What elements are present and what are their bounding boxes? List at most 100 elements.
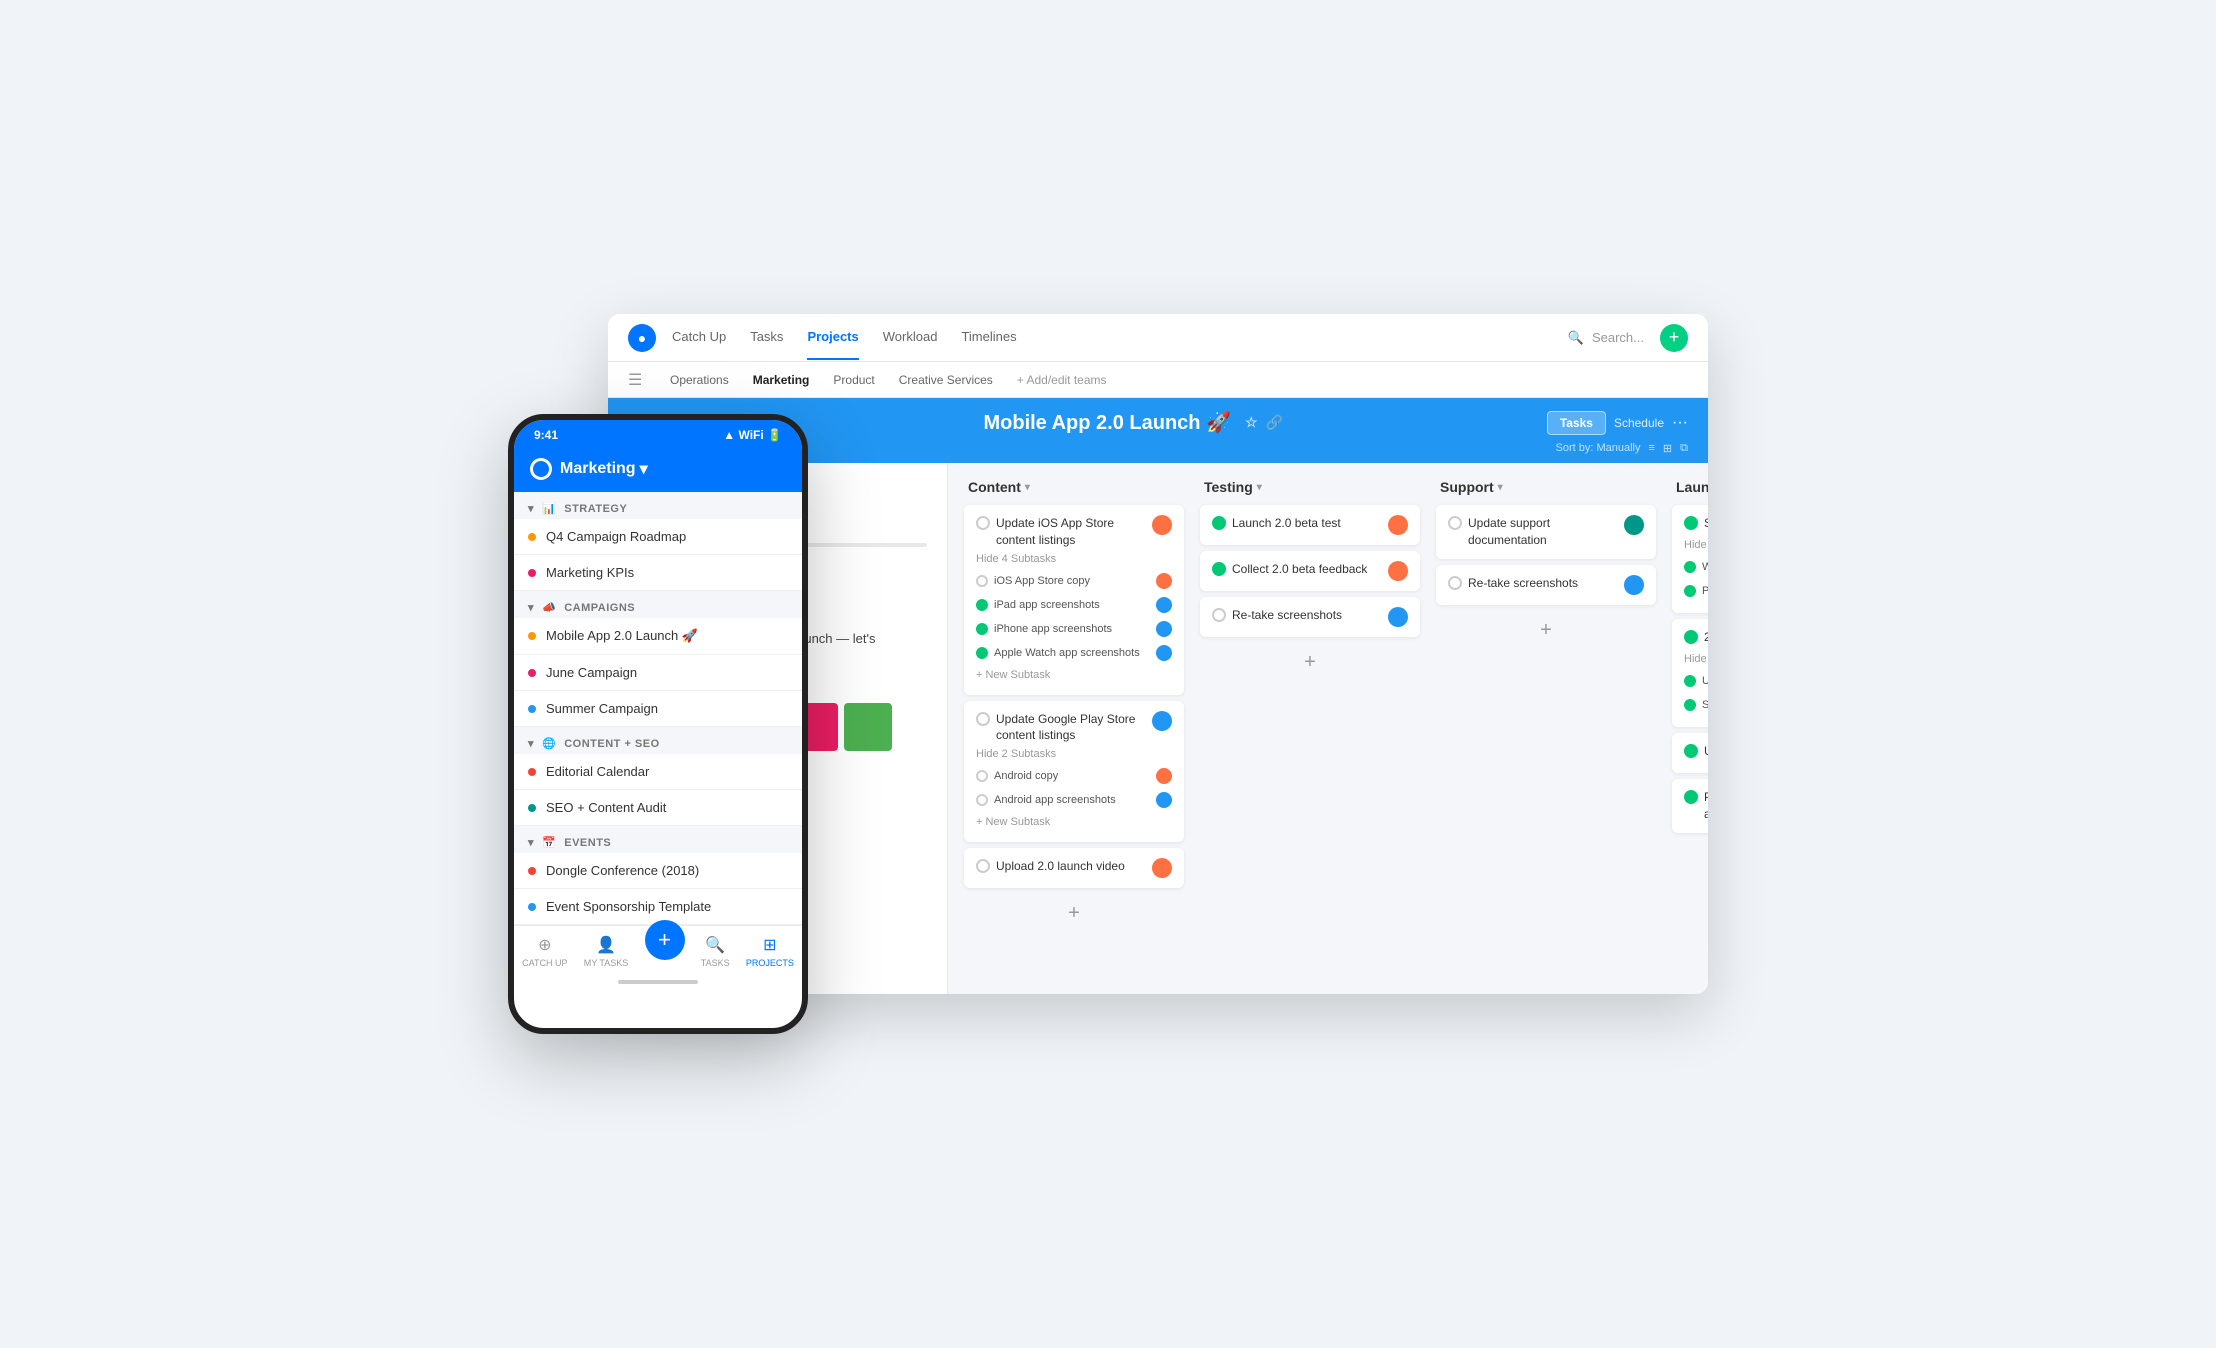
list-item-event-sponsorship[interactable]: Event Sponsorship Template (514, 889, 802, 925)
list-item-mobile-app[interactable]: Mobile App 2.0 Launch 🚀 (514, 618, 802, 655)
subtask-check[interactable] (976, 647, 988, 659)
hide-subtasks-1[interactable]: Hide 4 Subtasks (976, 553, 1172, 565)
subtask-label: iPhone app screenshots (994, 623, 1112, 635)
add-task-content[interactable]: + (964, 894, 1184, 933)
task-card-beta-test[interactable]: Launch 2.0 beta test (1200, 505, 1420, 545)
subtask-check[interactable] (976, 575, 988, 587)
phone-logo (530, 458, 552, 480)
subtask-item: Apple Watch app screenshots (976, 641, 1172, 665)
phone-nav-tasks[interactable]: 🔍 TASKS (701, 934, 730, 968)
task-card-retake-screenshots-support[interactable]: Re-take screenshots (1436, 565, 1656, 605)
hide-subtasks-2[interactable]: Hide 2 Subtasks (976, 748, 1172, 760)
task-card-upload-video[interactable]: Upload 2.0 launch video (964, 848, 1184, 888)
add-edit-teams[interactable]: + Add/edit teams (1007, 367, 1117, 393)
nav-timelines[interactable]: Timelines (961, 315, 1016, 360)
tasks-view-button[interactable]: Tasks (1547, 411, 1606, 435)
phone-nav-projects[interactable]: ⊞ PROJECTS (746, 934, 794, 968)
nav-catch-up[interactable]: Catch Up (672, 315, 726, 360)
hide-subtasks-b[interactable]: Hide 2 Subtasks (1684, 653, 1708, 665)
item-color-dot (528, 569, 536, 577)
add-task-support[interactable]: + (1436, 611, 1656, 650)
task-avatar (1152, 515, 1172, 535)
sidebar-toggle[interactable]: ☰ (628, 370, 648, 390)
subtask-check[interactable] (976, 599, 988, 611)
more-options-button[interactable]: ··· (1672, 414, 1688, 432)
team-marketing[interactable]: Marketing (743, 367, 820, 393)
section-header-events: ▾ 📅 EVENTS (514, 826, 802, 853)
chevron-right-icon[interactable]: ▾ (528, 836, 534, 849)
add-subtask-btn[interactable]: + New Subtask (976, 665, 1172, 685)
add-task-testing[interactable]: + (1200, 643, 1420, 682)
schedule-view-button[interactable]: Schedule (1614, 416, 1664, 430)
task-checkbox[interactable] (1684, 630, 1698, 644)
team-product[interactable]: Product (823, 367, 884, 393)
list-item-summer-campaign[interactable]: Summer Campaign (514, 691, 802, 727)
subtask-avatar (1156, 621, 1172, 637)
subtask-check[interactable] (1684, 675, 1696, 687)
task-card-update-docs[interactable]: Update support documentation (1436, 505, 1656, 559)
subtask-label: iOS App Store copy (994, 575, 1090, 587)
view-list-icon[interactable]: ≡ (1649, 442, 1655, 454)
task-checkbox[interactable] (1684, 790, 1698, 804)
phone-header-row: Marketing ▾ (530, 458, 786, 480)
list-item-q4[interactable]: Q4 Campaign Roadmap (514, 519, 802, 555)
list-item-seo-audit[interactable]: SEO + Content Audit (514, 790, 802, 826)
task-card-retake-screenshots[interactable]: Re-take screenshots (1200, 597, 1420, 637)
hide-subtasks-a[interactable]: Hide 2 Subtasks (1684, 539, 1708, 551)
task-checkbox[interactable] (976, 859, 990, 873)
task-checkbox[interactable] (1212, 516, 1226, 530)
subtask-check[interactable] (976, 794, 988, 806)
phone-nav-add[interactable]: + (645, 934, 685, 968)
chevron-right-icon[interactable]: ▾ (528, 601, 534, 614)
task-checkbox[interactable] (1212, 562, 1226, 576)
chevron-down-icon[interactable]: ▾ (640, 459, 648, 479)
phone-nav-catch-up[interactable]: ⊕ CATCH UP (522, 934, 567, 968)
link-icon[interactable]: 🔗 (1266, 414, 1283, 431)
subtask-check[interactable] (1684, 561, 1696, 573)
task-checkbox[interactable] (1212, 608, 1226, 622)
subtask-check[interactable] (976, 623, 988, 635)
task-card-update-support-docs[interactable]: Update Support docs (1672, 733, 1708, 773)
task-checkbox[interactable] (1684, 744, 1698, 758)
list-item-dongle-conf[interactable]: Dongle Conference (2018) (514, 853, 802, 889)
add-task-launch-comms[interactable]: + (1672, 839, 1708, 878)
subtask-item: iPad app screenshots (976, 593, 1172, 617)
sort-label[interactable]: Sort by: Manually (1556, 442, 1641, 454)
section-header-strategy: ▾ 📊 STRATEGY (514, 492, 802, 519)
list-item-marketing-kpis[interactable]: Marketing KPIs (514, 555, 802, 591)
subtask-label: Write 2.0 launch blog copy (1702, 561, 1708, 573)
add-subtask-btn[interactable]: + New Subtask (976, 812, 1172, 832)
team-creative-services[interactable]: Creative Services (889, 367, 1003, 393)
view-board-icon[interactable]: ⊞ (1663, 442, 1672, 455)
subtask-check[interactable] (1684, 699, 1696, 711)
list-item-editorial[interactable]: Editorial Calendar (514, 754, 802, 790)
add-button[interactable]: + (1660, 324, 1688, 352)
chevron-right-icon[interactable]: ▾ (528, 502, 534, 515)
phone-nav-my-tasks[interactable]: 👤 MY TASKS (584, 934, 629, 968)
task-checkbox[interactable] (976, 712, 990, 726)
task-checkbox[interactable] (1684, 516, 1698, 530)
nav-workload[interactable]: Workload (883, 315, 938, 360)
task-checkbox[interactable] (1448, 516, 1462, 530)
subtask-check[interactable] (1684, 585, 1696, 597)
chevron-right-icon[interactable]: ▾ (528, 737, 534, 750)
task-card-schedule-blog[interactable]: Schedule launch blog post Hide 2 Subtask… (1672, 505, 1708, 613)
team-operations[interactable]: Operations (660, 367, 739, 393)
task-card-beta-feedback[interactable]: Collect 2.0 beta feedback (1200, 551, 1420, 591)
list-item-june-campaign[interactable]: June Campaign (514, 655, 802, 691)
task-card-ios-store[interactable]: Update iOS App Store content listings Hi… (964, 505, 1184, 695)
filter-icon[interactable]: ⧉ (1680, 442, 1688, 455)
item-label: Editorial Calendar (546, 764, 649, 779)
subtask-check[interactable] (976, 770, 988, 782)
phone-signal-icons: ▲ WiFi 🔋 (723, 428, 782, 442)
star-icon[interactable]: ☆ (1245, 414, 1258, 431)
section-header-content-seo: ▾ 🌐 CONTENT + SEO (514, 727, 802, 754)
task-card-google-store[interactable]: Update Google Play Store content listing… (964, 701, 1184, 843)
nav-tasks[interactable]: Tasks (750, 315, 783, 360)
task-checkbox[interactable] (1448, 576, 1462, 590)
nav-projects[interactable]: Projects (807, 315, 858, 360)
attachment-5[interactable] (844, 703, 892, 751)
task-card-journalist-outreach[interactable]: 2.0 Journalist outreach Hide 2 Subtasks … (1672, 619, 1708, 727)
task-card-social-media[interactable]: Prep social media announcements (1672, 779, 1708, 833)
task-checkbox[interactable] (976, 516, 990, 530)
